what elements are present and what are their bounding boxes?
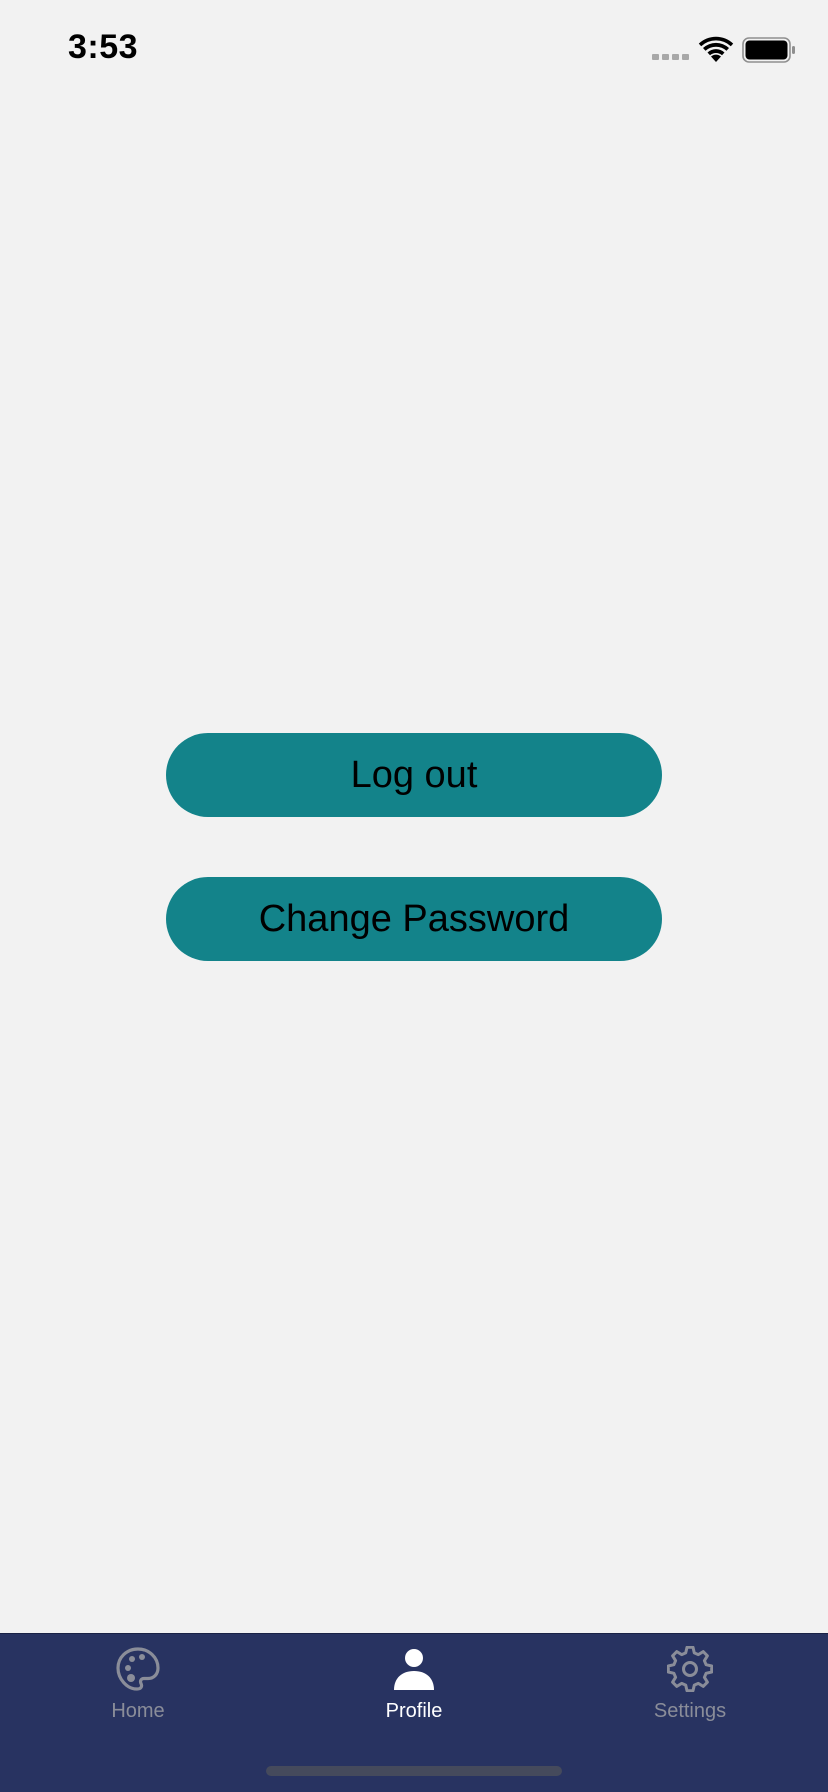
tab-settings-label: Settings — [653, 1700, 727, 1722]
wifi-icon — [698, 36, 734, 62]
status-time: 3:53 — [68, 28, 139, 66]
logout-button[interactable]: Log out — [166, 733, 662, 817]
person-icon — [394, 1649, 434, 1690]
tab-home[interactable]: Home — [38, 1646, 238, 1746]
tab-profile[interactable]: Profile — [314, 1646, 514, 1746]
status-bar: 3:53 — [0, 0, 828, 100]
change-password-button[interactable]: Change Password — [166, 877, 662, 961]
tab-profile-label: Profile — [385, 1700, 443, 1722]
profile-screen: 3:53 Log out Change Password Home Profil… — [0, 0, 828, 1792]
tab-home-label: Home — [111, 1700, 165, 1722]
tab-settings[interactable]: Settings — [590, 1646, 790, 1746]
gear-icon — [667, 1646, 713, 1692]
home-indicator — [266, 1766, 562, 1776]
palette-icon — [116, 1647, 160, 1691]
cellular-signal-icon — [652, 54, 689, 60]
battery-icon — [742, 37, 795, 63]
